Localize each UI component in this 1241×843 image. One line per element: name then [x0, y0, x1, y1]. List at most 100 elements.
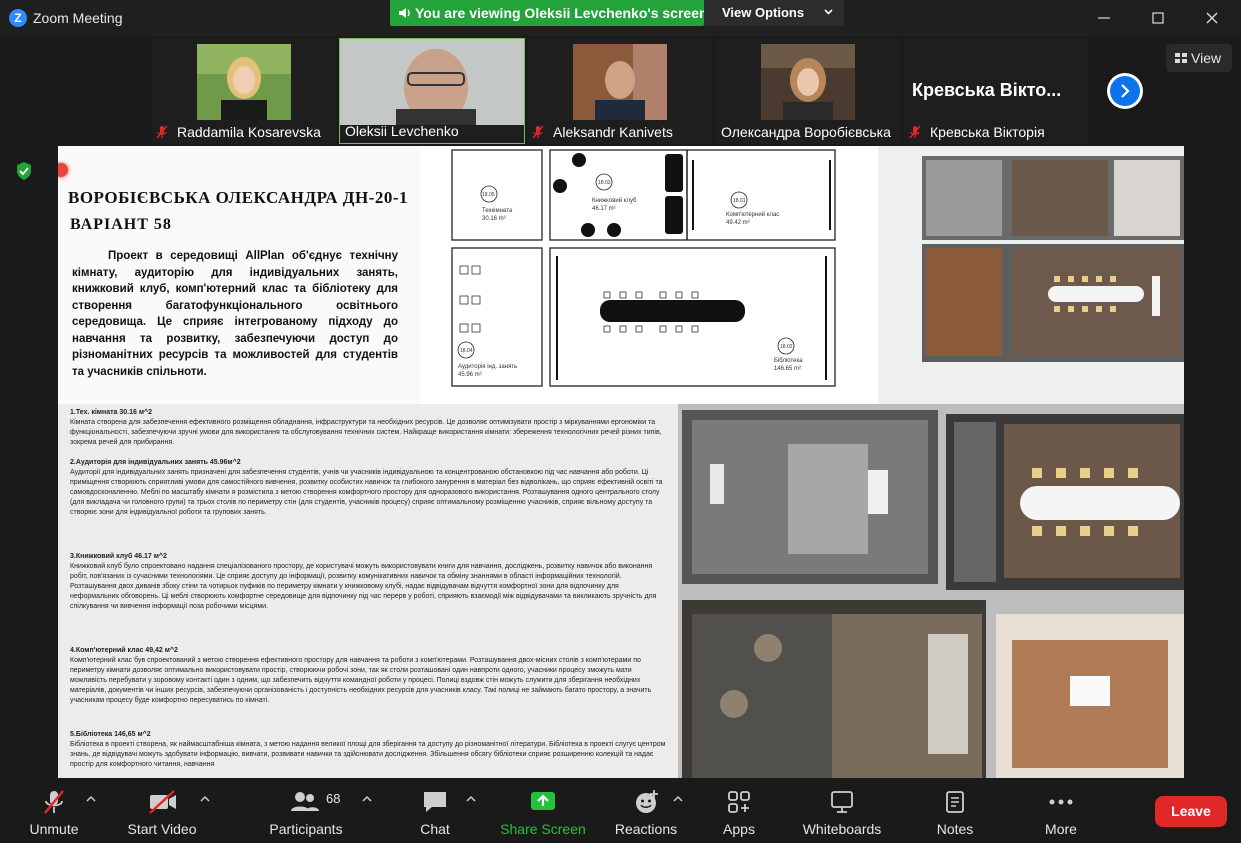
maximize-icon[interactable]	[1148, 8, 1168, 28]
plan-room-area: 30.16 m²	[482, 216, 506, 222]
more-button[interactable]: More	[1036, 781, 1086, 843]
plan-room-area: 49.42 m²	[726, 220, 750, 226]
section-library: 5.Бібліотека 146,65 м^2 Бібліотека в про…	[70, 730, 666, 770]
chevron-up-icon[interactable]	[362, 795, 372, 802]
participants-button[interactable]: 68 Participants	[262, 781, 350, 843]
plan-room-code: 18.04	[460, 348, 473, 354]
plan-room-area: 146.65 m²	[774, 366, 801, 372]
participant-tile[interactable]: Олександра Воробієвська	[715, 38, 901, 144]
toolbar-label: Start Video	[127, 821, 197, 837]
more-icon	[1049, 799, 1073, 805]
participant-video	[340, 39, 524, 125]
apps-button[interactable]: Apps	[714, 781, 764, 843]
minimize-icon[interactable]	[1094, 8, 1114, 28]
toolbar-label: Notes	[936, 821, 974, 837]
mic-muted-icon	[44, 790, 64, 814]
floor-plan-drawing: Техкімната 30.16 m² Книжковий клуб 46.17…	[420, 146, 878, 404]
plan-room-code: 18.02	[780, 344, 793, 350]
window-title: Zoom Meeting	[33, 10, 123, 26]
start-video-button[interactable]: Start Video	[120, 781, 204, 843]
chevron-down-icon	[824, 9, 833, 15]
participant-name: Aleksandr Kanivets	[553, 124, 673, 140]
participant-large-name: Кревська Вікто...	[912, 80, 1062, 100]
participants-icon	[291, 792, 319, 811]
chevron-right-icon	[1121, 84, 1130, 98]
notes-button[interactable]: Notes	[930, 781, 980, 843]
mic-muted-icon	[156, 125, 168, 139]
view-options-label: View Options	[722, 5, 805, 20]
plan-room-code: 18.05	[482, 192, 495, 198]
chevron-up-icon[interactable]	[86, 795, 96, 802]
mic-muted-icon	[909, 125, 921, 139]
section-body: Кімната створена для забезпечення ефекти…	[70, 419, 662, 446]
chat-button[interactable]: Chat	[410, 781, 460, 843]
participant-tile[interactable]: Raddamila Kosarevska	[151, 38, 337, 144]
chat-icon	[424, 792, 446, 812]
plan-room-code: 18.03	[598, 180, 611, 186]
mic-muted-icon	[532, 125, 544, 139]
document-title: ВОРОБІЄВСЬКА ОЛЕКСАНДРА ДН-20-1	[68, 188, 409, 207]
participant-tile-active[interactable]: Oleksii Levchenko	[339, 38, 525, 144]
participant-video	[761, 44, 855, 120]
render-3d-top	[878, 146, 1184, 404]
participants-count: 68	[326, 791, 341, 806]
toolbar-label: Share Screen	[500, 821, 586, 837]
zoom-logo-icon: Z	[9, 9, 27, 27]
plan-room-label: Техкімната	[482, 208, 513, 214]
participant-name: Raddamila Kosarevska	[177, 124, 321, 140]
chevron-up-icon[interactable]	[200, 795, 210, 802]
next-page-button[interactable]	[1107, 73, 1143, 109]
render-3d-bottom	[678, 404, 1184, 778]
whiteboards-button[interactable]: Whiteboards	[796, 781, 888, 843]
notes-icon	[946, 791, 964, 813]
document-header-panel: ВОРОБІЄВСЬКА ОЛЕКСАНДРА ДН-20-1 ВАРІАНТ …	[58, 146, 420, 404]
section-heading: 1.Тех. кімната 30.16 м^2	[70, 409, 152, 416]
section-computer-class: 4.Комп'ютерний клас 49,42 м^2 Комп'ютерн…	[70, 646, 666, 706]
speaker-icon	[399, 8, 410, 18]
section-heading: 3.Книжковий клуб 46.17 м^2	[70, 553, 167, 560]
toolbar-label: Participants	[269, 821, 343, 837]
toolbar-label: Apps	[723, 821, 755, 837]
plan-room-area: 45.96 m²	[458, 372, 482, 378]
plan-room-label: Комп'ютерний клас	[726, 211, 779, 218]
chevron-up-icon[interactable]	[673, 795, 683, 802]
participant-video	[573, 44, 667, 120]
section-tech-room: 1.Тех. кімната 30.16 м^2 Кімната створен…	[70, 408, 666, 448]
participant-video	[197, 44, 291, 120]
toolbar-label: More	[1045, 821, 1077, 837]
document-variant: ВАРІАНТ 58	[70, 216, 172, 233]
unmute-button[interactable]: Unmute	[22, 781, 86, 843]
participant-tile[interactable]: Aleksandr Kanivets	[527, 38, 713, 144]
share-screen-button[interactable]: Share Screen	[498, 781, 588, 843]
reactions-button[interactable]: Reactions	[610, 781, 682, 843]
shared-screen: ВОРОБІЄВСЬКА ОЛЕКСАНДРА ДН-20-1 ВАРІАНТ …	[58, 146, 1184, 778]
plan-room-code: 18.01	[733, 198, 746, 204]
section-body: Комп'ютерний клас був спроектований з ме…	[70, 657, 652, 704]
view-button[interactable]: View	[1166, 44, 1232, 72]
participant-tile[interactable]: Кревська Вікто... Кревська Вікторія	[903, 38, 1089, 144]
plan-room-label: Бібліотека	[774, 358, 803, 364]
plan-room-area: 46.17 m²	[592, 206, 616, 212]
toolbar-label: Whiteboards	[802, 821, 882, 837]
leave-button[interactable]: Leave	[1155, 796, 1227, 827]
title-bar: Z Zoom Meeting You are viewing Oleksii L…	[0, 0, 1241, 36]
reactions-icon	[636, 790, 658, 813]
whiteboard-icon	[831, 791, 853, 813]
section-body: Аудиторії для індивідуальних занять приз…	[70, 469, 663, 516]
participant-name: Олександра Воробієвська	[721, 124, 891, 140]
section-auditorium: 2.Аудиторія для індивідуальних занять 45…	[70, 458, 666, 518]
close-icon[interactable]	[1202, 8, 1222, 28]
grid-view-icon	[1175, 53, 1187, 63]
share-screen-icon	[531, 792, 555, 810]
toolbar-label: Unmute	[29, 821, 79, 837]
view-options-button[interactable]: View Options	[704, 0, 844, 26]
leave-label: Leave	[1171, 803, 1211, 819]
section-heading: 2.Аудиторія для індивідуальних занять 45…	[70, 459, 241, 466]
section-heading: 5.Бібліотека 146,65 м^2	[70, 731, 151, 738]
plan-room-label: Книжковий клуб	[592, 197, 637, 204]
encryption-shield-icon[interactable]	[15, 161, 33, 181]
chevron-up-icon[interactable]	[466, 795, 476, 802]
apps-icon	[728, 791, 750, 813]
document-intro: Проект в середовищі AllPlan об'єднує тех…	[72, 250, 398, 378]
video-off-icon	[149, 790, 176, 814]
